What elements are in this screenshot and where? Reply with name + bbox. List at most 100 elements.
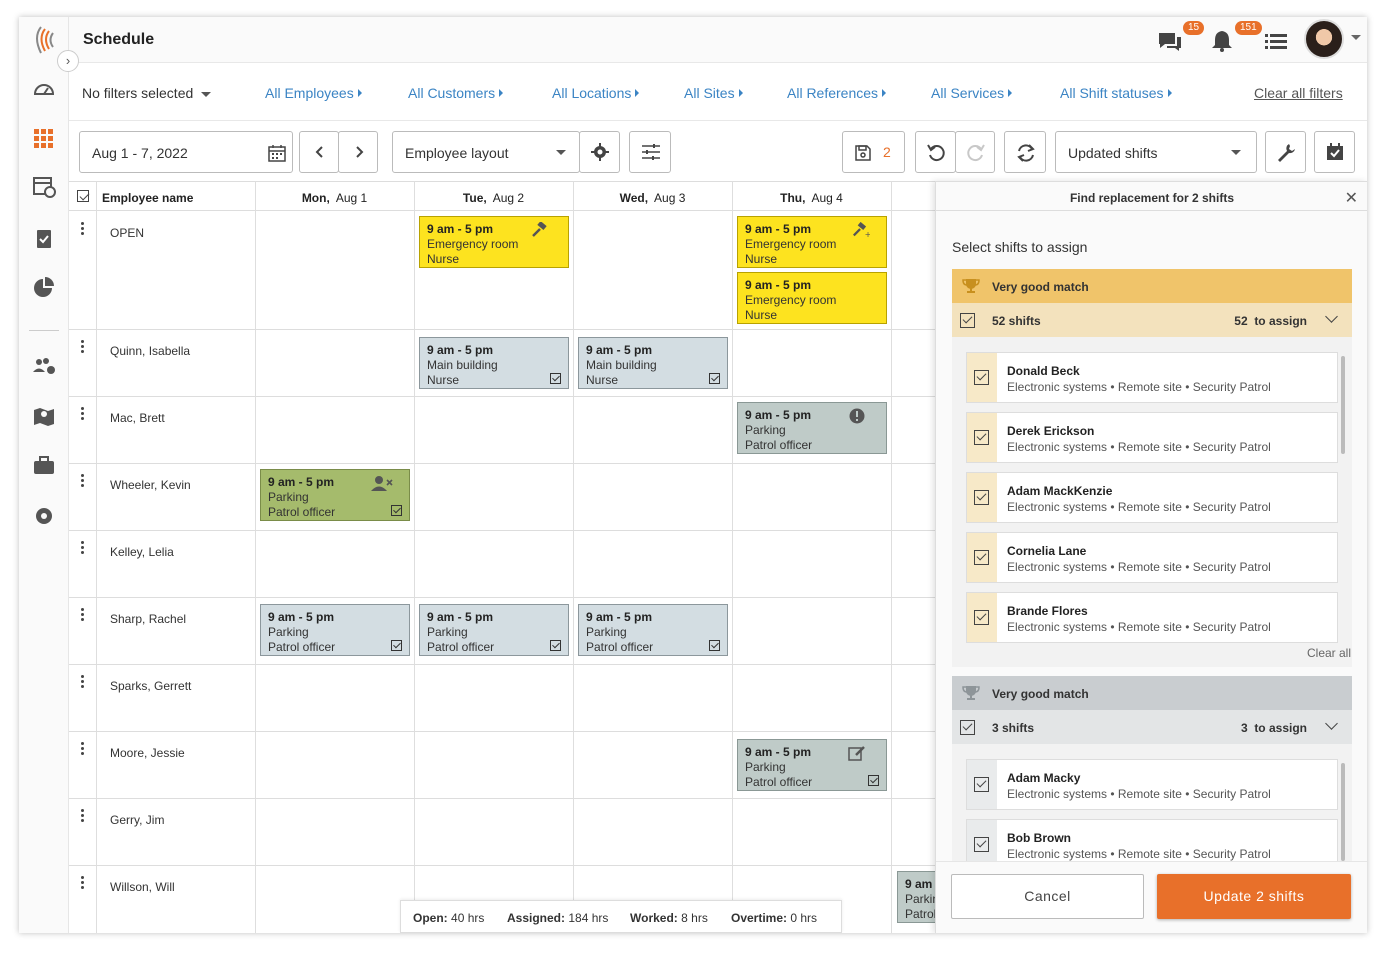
match-group-summary[interactable]: 3 shifts 3 to assign [952,710,1352,744]
undo-button[interactable] [915,131,956,173]
candidate-checkbox[interactable] [974,370,989,385]
candidate-card[interactable]: Adam Macky Electronic systems • Remote s… [966,759,1338,810]
select-all-checkbox[interactable] [77,190,89,202]
filter-sites[interactable]: All Sites [684,85,743,101]
day-header-tue[interactable]: Tue, Aug 2 [414,191,573,205]
saved-filters-dropdown[interactable]: No filters selected [82,85,212,101]
chevron-down-icon[interactable] [1325,310,1338,323]
list-icon[interactable] [1263,29,1289,53]
user-avatar[interactable] [1304,19,1344,59]
chevron-down-icon[interactable] [1325,717,1338,730]
candidate-checkbox-area[interactable] [967,820,997,861]
update-shifts-button[interactable]: Update 2 shifts [1157,874,1351,919]
settings-gear-icon[interactable] [32,504,56,528]
row-menu-icon[interactable] [81,608,85,623]
shift-checkbox[interactable] [550,640,561,651]
candidate-card[interactable]: Donald Beck Electronic systems • Remote … [966,352,1338,403]
shift-card-mac-thu[interactable]: 9 am - 5 pm Parking Patrol officer [737,402,887,454]
candidate-checkbox[interactable] [974,430,989,445]
candidate-checkbox-area[interactable] [967,593,997,642]
redo-button[interactable] [955,131,995,173]
match-group-summary[interactable]: 52 shifts 52 to assign [952,303,1352,337]
group-select-checkbox[interactable] [960,720,975,735]
pie-chart-icon[interactable] [32,276,56,300]
candidate-checkbox-area[interactable] [967,413,997,462]
row-menu-icon[interactable] [81,675,85,690]
cancel-button[interactable]: Cancel [951,874,1144,919]
day-header-wed[interactable]: Wed, Aug 3 [573,191,732,205]
candidate-list-scrollbar[interactable] [1341,356,1345,454]
candidate-checkbox[interactable] [974,777,989,792]
shift-card-open-thu-1[interactable]: 9 am - 5 pm Emergency room Nurse + [737,216,887,268]
match-group-header[interactable]: Very good match [952,676,1352,710]
shift-card-open-thu-2[interactable]: 9 am - 5 pm Emergency room Nurse [737,272,887,324]
candidate-checkbox-area[interactable] [967,473,997,522]
filter-sliders-button[interactable] [629,131,671,173]
view-select[interactable]: Updated shifts [1055,131,1257,173]
tools-button[interactable] [1265,131,1306,173]
candidate-checkbox-area[interactable] [967,760,997,809]
candidate-checkbox[interactable] [974,610,989,625]
row-menu-icon[interactable] [81,541,85,556]
shift-checkbox[interactable] [709,640,720,651]
notification-bell-icon[interactable] [1209,29,1235,53]
filter-locations[interactable]: All Locations [552,85,640,101]
shift-card-sharp-wed[interactable]: 9 am - 5 pm Parking Patrol officer [578,604,728,656]
calendar-clock-icon[interactable] [32,174,56,198]
shift-card-sharp-tue[interactable]: 9 am - 5 pm Parking Patrol officer [419,604,569,656]
clipboard-check-icon[interactable] [32,226,56,250]
previous-week-button[interactable] [299,131,339,173]
row-menu-icon[interactable] [81,742,85,757]
close-icon[interactable]: ✕ [1345,188,1358,208]
row-menu-icon[interactable] [81,474,85,489]
shift-card-open-tue[interactable]: 9 am - 5 pm Emergency room Nurse [419,216,569,268]
date-range-picker[interactable]: Aug 1 - 7, 2022 [79,131,293,173]
filter-customers[interactable]: All Customers [408,85,504,101]
chat-icon[interactable] [1157,29,1183,53]
filter-employees[interactable]: All Employees [265,85,362,101]
save-changes-button[interactable]: 2 [842,131,905,173]
clear-all-filters-link[interactable]: Clear all filters [1254,85,1343,101]
filter-services[interactable]: All Services [931,85,1013,101]
candidate-card[interactable]: Adam MackKenzie Electronic systems • Rem… [966,472,1338,523]
candidate-card[interactable]: Bob Brown Electronic systems • Remote si… [966,819,1338,861]
refresh-button[interactable] [1004,131,1046,173]
row-menu-icon[interactable] [81,876,85,891]
chevron-down-icon[interactable] [1351,35,1361,40]
shift-checkbox[interactable] [868,775,879,786]
shift-card-quinn-tue[interactable]: 9 am - 5 pm Main building Nurse [419,337,569,389]
layout-settings-button[interactable] [579,131,620,173]
candidate-checkbox-area[interactable] [967,533,997,582]
filter-shift-statuses[interactable]: All Shift statuses [1060,85,1172,101]
shift-checkbox[interactable] [391,640,402,651]
candidate-card[interactable]: Cornelia Lane Electronic systems • Remot… [966,532,1338,583]
filter-references[interactable]: All References [787,85,887,101]
shift-checkbox[interactable] [709,373,720,384]
shift-card-sharp-mon[interactable]: 9 am - 5 pm Parking Patrol officer [260,604,410,656]
row-menu-icon[interactable] [81,340,85,355]
users-settings-icon[interactable] [32,354,56,378]
candidate-card[interactable]: Brande Flores Electronic systems • Remot… [966,592,1338,643]
candidate-checkbox[interactable] [974,550,989,565]
map-location-icon[interactable] [32,404,56,428]
shift-checkbox[interactable] [391,505,402,516]
row-menu-icon[interactable] [81,222,85,237]
candidate-checkbox-area[interactable] [967,353,997,402]
sidebar-collapse-button[interactable]: › [57,50,79,72]
dashboard-icon[interactable] [32,77,56,101]
group-select-checkbox[interactable] [960,313,975,328]
layout-select[interactable]: Employee layout [392,131,580,173]
shift-checkbox[interactable] [550,373,561,384]
candidate-checkbox[interactable] [974,490,989,505]
row-menu-icon[interactable] [81,809,85,824]
briefcase-icon[interactable] [32,454,56,478]
shift-card-quinn-wed[interactable]: 9 am - 5 pm Main building Nurse [578,337,728,389]
clear-all-link[interactable]: Clear all [1307,646,1351,660]
candidate-card[interactable]: Derek Erickson Electronic systems • Remo… [966,412,1338,463]
calendar-publish-button[interactable] [1314,131,1355,173]
shift-card-wheeler-mon[interactable]: 9 am - 5 pm Parking Patrol officer [260,469,410,521]
shift-card-moore-thu[interactable]: 9 am - 5 pm Parking Patrol officer [737,739,887,791]
candidate-checkbox[interactable] [974,837,989,852]
next-week-button[interactable] [338,131,378,173]
match-group-header[interactable]: Very good match [952,269,1352,303]
